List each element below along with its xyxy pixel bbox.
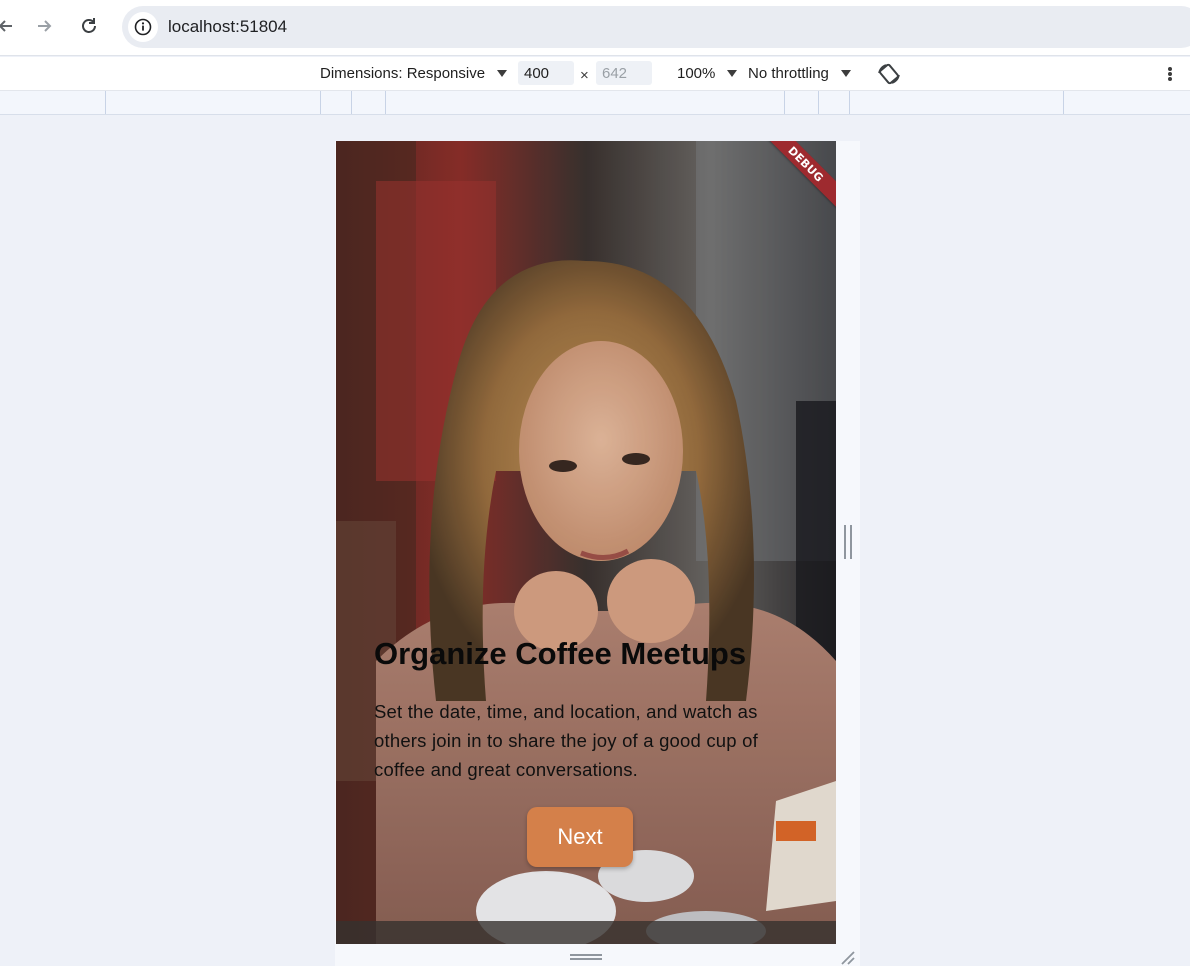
ruler-segment[interactable]: [351, 91, 352, 114]
kebab-menu-icon[interactable]: [1162, 65, 1178, 83]
resize-handle-right[interactable]: [844, 525, 852, 559]
ruler-segment[interactable]: [849, 91, 850, 114]
ruler-segment[interactable]: [818, 91, 819, 114]
url-text: localhost:51804: [168, 17, 288, 36]
height-input[interactable]: [596, 61, 652, 85]
ruler-segment[interactable]: [385, 91, 386, 114]
info-icon[interactable]: [128, 12, 158, 42]
zoom-label: 100%: [677, 65, 716, 82]
throttling-label: No throttling: [748, 65, 829, 82]
width-input[interactable]: [518, 61, 574, 85]
ruler-segment[interactable]: [1063, 91, 1064, 114]
times-separator: ×: [580, 67, 589, 84]
arrow-right-icon[interactable]: [30, 12, 58, 40]
ruler-segment[interactable]: [105, 91, 106, 114]
dimensions-dropdown[interactable]: Dimensions: Responsive: [320, 65, 508, 82]
caret-down-icon: [727, 70, 738, 77]
ruler-segment[interactable]: [320, 91, 321, 114]
zoom-dropdown[interactable]: 100%: [677, 65, 738, 82]
dimensions-label: Dimensions: Responsive: [320, 65, 486, 82]
arrow-left-icon[interactable]: [0, 12, 20, 40]
throttling-dropdown[interactable]: No throttling: [748, 65, 851, 82]
ruler-segment[interactable]: [784, 91, 785, 114]
app-screen: DEBUG Organize Coffee Meetups Set the da…: [336, 141, 836, 944]
resize-corner-icon[interactable]: [838, 948, 856, 966]
resize-handle-bottom[interactable]: [570, 954, 602, 960]
caret-down-icon: [497, 70, 508, 77]
reload-icon[interactable]: [75, 12, 103, 40]
browser-toolbar: localhost:51804: [0, 0, 1190, 56]
caret-down-icon: [840, 70, 851, 77]
device-toolbar: Dimensions: Responsive × 100% No throttl…: [0, 57, 1190, 91]
next-button[interactable]: Next: [527, 807, 633, 867]
address-bar[interactable]: localhost:51804: [122, 6, 1190, 48]
rotate-icon[interactable]: [876, 61, 902, 87]
media-query-ruler: [0, 91, 1190, 115]
onboarding-title: Organize Coffee Meetups: [374, 636, 747, 671]
onboarding-description: Set the date, time, and location, and wa…: [374, 701, 758, 780]
